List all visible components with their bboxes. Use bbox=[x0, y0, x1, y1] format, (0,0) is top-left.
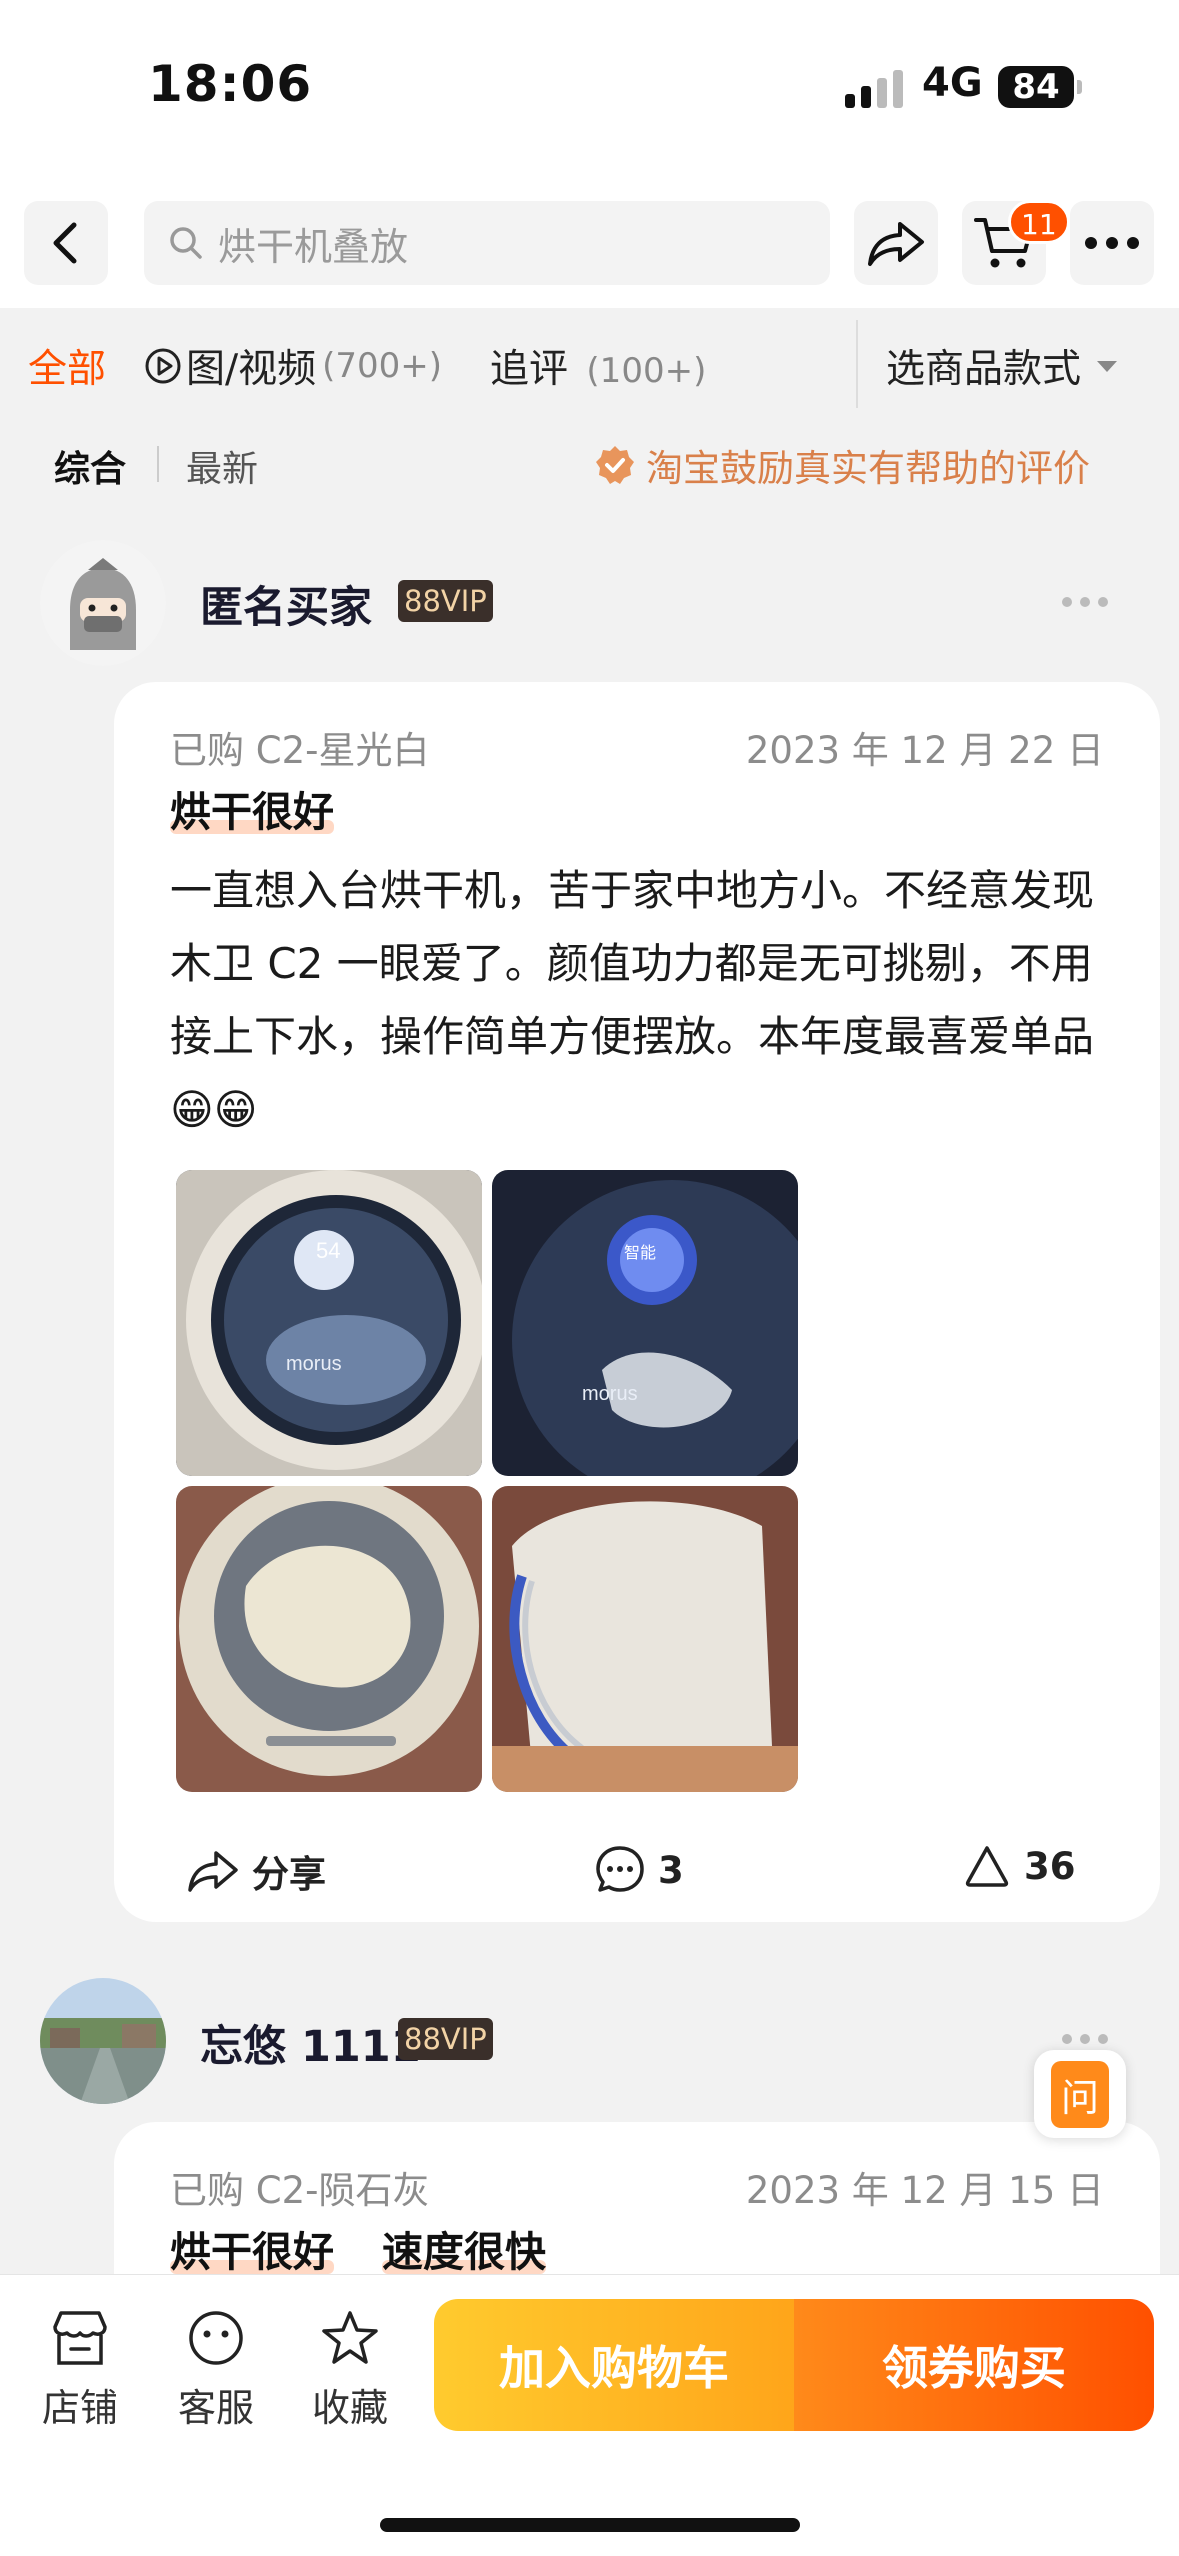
sort-comprehensive[interactable]: 综合 bbox=[54, 440, 126, 492]
reviewer-name[interactable]: 匿名买家 bbox=[200, 573, 372, 635]
tab-all-label: 全部 bbox=[28, 347, 107, 392]
favorite-button[interactable]: 收藏 bbox=[300, 2309, 400, 2432]
encourage-text: 淘宝鼓励真实有帮助的评价 bbox=[646, 447, 1090, 490]
filter-bar: 全部 图/视频 (700+) 追评 (100+) 选商品款式 bbox=[0, 308, 1179, 420]
store-icon bbox=[53, 2311, 107, 2365]
tab-follow-up-count: (100+) bbox=[586, 351, 707, 391]
avatar[interactable] bbox=[40, 1978, 166, 2104]
review-tag-wrap: 烘干很好 bbox=[170, 778, 334, 838]
style-select[interactable]: 选商品款式 bbox=[886, 338, 1119, 394]
coupon-buy-button[interactable]: 领券购买 bbox=[794, 2299, 1154, 2431]
review-card: 已购 C2-星光白 2023 年 12 月 22 日 烘干很好 一直想入台烘干机… bbox=[114, 682, 1160, 1922]
share-arrow-icon bbox=[188, 1851, 238, 1892]
signal-icon bbox=[845, 70, 903, 108]
ask-button[interactable]: 问 bbox=[1034, 2050, 1126, 2138]
customer-service-button[interactable]: 客服 bbox=[166, 2309, 266, 2432]
tab-photo-video-count: (700+) bbox=[322, 346, 443, 386]
encourage-notice: 淘宝鼓励真实有帮助的评价 bbox=[594, 438, 1090, 492]
dryer-photo-2: 智能 morus bbox=[492, 1170, 798, 1476]
search-input[interactable]: 烘干机叠放 bbox=[144, 201, 830, 285]
caret-down-icon bbox=[1097, 361, 1118, 372]
status-bar: 18:06 4G 84 bbox=[0, 0, 1179, 175]
purchased-sku: 已购 C2-星光白 bbox=[170, 729, 430, 772]
review-photo[interactable] bbox=[492, 1486, 798, 1792]
verified-badge-icon bbox=[596, 446, 634, 484]
tab-photo-video[interactable]: 图/视频 (700+) bbox=[144, 338, 442, 394]
tab-all[interactable]: 全部 bbox=[28, 338, 106, 394]
scenery-avatar-icon bbox=[40, 1978, 166, 2104]
sort-bar: 综合 最新 淘宝鼓励真实有帮助的评价 bbox=[0, 420, 1179, 510]
tab-photo-video-label: 图/视频 bbox=[186, 347, 317, 392]
vip-badge: 88VIP bbox=[398, 2018, 493, 2060]
shop-label: 店铺 bbox=[41, 2386, 118, 2430]
review-date: 2023 年 12 月 15 日 bbox=[745, 2169, 1104, 2212]
review-content: 一直想入台烘干机，苦于家中地方小。不经意发现木卫 C2 一眼爱了。颜值功力都是无… bbox=[170, 866, 1095, 1134]
like-action[interactable]: 36 bbox=[964, 1844, 1076, 1888]
cart-badge: 11 bbox=[1008, 200, 1070, 244]
chevron-left-icon bbox=[53, 222, 77, 264]
battery-indicator: 84 bbox=[998, 66, 1082, 108]
status-time: 18:06 bbox=[148, 55, 313, 113]
purchased-sku: 已购 C2-陨石灰 bbox=[170, 2169, 430, 2212]
photo-display-number: 54 bbox=[316, 1238, 340, 1263]
anonymous-avatar-icon bbox=[40, 540, 166, 666]
photo-brand-mark-2: morus bbox=[582, 1383, 638, 1405]
shop-button[interactable]: 店铺 bbox=[30, 2309, 130, 2432]
search-placeholder: 烘干机叠放 bbox=[218, 224, 409, 269]
bottom-bar: 店铺 客服 收藏 加入购物车 领券购买 bbox=[0, 2274, 1179, 2556]
chat-face-icon bbox=[189, 2311, 243, 2365]
network-label: 4G bbox=[922, 60, 983, 106]
dryer-photo-1: 54 morus bbox=[176, 1170, 482, 1476]
photo-brand-mark: morus bbox=[286, 1353, 342, 1375]
back-button[interactable] bbox=[24, 201, 108, 285]
like-count: 36 bbox=[1024, 1844, 1076, 1888]
thumb-up-icon bbox=[965, 1846, 1009, 1887]
review-more-button[interactable] bbox=[1062, 597, 1108, 607]
star-icon bbox=[322, 2311, 378, 2364]
review-tag-wrap: 烘干很好 bbox=[170, 2218, 334, 2278]
ask-label: 问 bbox=[1050, 2060, 1109, 2128]
review-tag-wrap: 速度很快 bbox=[382, 2218, 546, 2278]
share-action[interactable]: 分享 bbox=[186, 1844, 326, 1898]
review-more-button[interactable] bbox=[1062, 2034, 1108, 2044]
filter-divider bbox=[856, 320, 858, 408]
review-tag: 速度很快 bbox=[382, 2228, 546, 2276]
review-photo[interactable]: 54 morus bbox=[176, 1170, 482, 1476]
share-arrow-icon bbox=[868, 222, 924, 266]
search-icon bbox=[170, 227, 202, 259]
avatar[interactable] bbox=[40, 540, 166, 666]
review-photo[interactable]: 智能 morus bbox=[492, 1170, 798, 1476]
dryer-photo-3 bbox=[176, 1486, 482, 1792]
add-to-cart-button[interactable]: 加入购物车 bbox=[434, 2299, 794, 2431]
style-select-label: 选商品款式 bbox=[886, 347, 1082, 392]
review-tag: 烘干很好 bbox=[170, 788, 334, 836]
share-label: 分享 bbox=[252, 1853, 326, 1896]
comment-action[interactable]: 3 bbox=[594, 1844, 684, 1896]
tab-follow-up[interactable]: 追评 (100+) bbox=[490, 338, 706, 394]
review-photo[interactable] bbox=[176, 1486, 482, 1792]
more-dots-icon bbox=[1085, 237, 1139, 249]
vip-badge: 88VIP bbox=[398, 580, 493, 622]
share-button[interactable] bbox=[854, 201, 938, 285]
dryer-photo-4 bbox=[492, 1486, 798, 1792]
review-date: 2023 年 12 月 22 日 bbox=[745, 729, 1104, 772]
tab-follow-up-label: 追评 bbox=[490, 347, 569, 392]
play-circle-icon bbox=[145, 348, 181, 384]
top-nav: 烘干机叠放 bbox=[0, 175, 1179, 308]
review-tag: 烘干很好 bbox=[170, 2228, 334, 2276]
more-button[interactable] bbox=[1070, 201, 1154, 285]
reviewer-name[interactable]: 忘悠 1111 bbox=[200, 2012, 421, 2074]
comment-bubble-icon bbox=[596, 1846, 644, 1892]
sort-divider bbox=[157, 446, 159, 482]
sort-latest[interactable]: 最新 bbox=[186, 440, 258, 492]
customer-service-label: 客服 bbox=[177, 2386, 254, 2430]
home-indicator bbox=[380, 2518, 800, 2532]
photo-screen-label: 智能 bbox=[624, 1244, 656, 1262]
favorite-label: 收藏 bbox=[311, 2386, 388, 2430]
comment-count: 3 bbox=[658, 1848, 684, 1892]
